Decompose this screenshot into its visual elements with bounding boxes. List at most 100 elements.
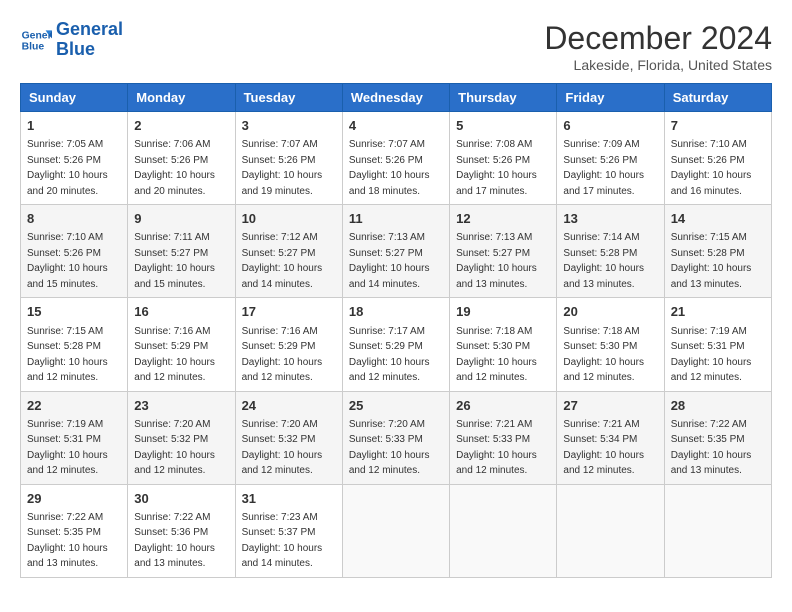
day-info: Sunrise: 7:17 AMSunset: 5:29 PMDaylight:… <box>349 326 430 384</box>
calendar-cell: 9 Sunrise: 7:11 AMSunset: 5:27 PMDayligh… <box>128 205 235 298</box>
day-info: Sunrise: 7:13 AMSunset: 5:27 PMDaylight:… <box>349 232 430 290</box>
day-info: Sunrise: 7:08 AMSunset: 5:26 PMDaylight:… <box>456 139 537 197</box>
calendar-cell: 12 Sunrise: 7:13 AMSunset: 5:27 PMDaylig… <box>450 205 557 298</box>
header-monday: Monday <box>128 84 235 112</box>
day-number: 11 <box>349 210 443 228</box>
day-number: 19 <box>456 303 550 321</box>
day-number: 13 <box>563 210 657 228</box>
day-number: 2 <box>134 117 228 135</box>
day-info: Sunrise: 7:18 AMSunset: 5:30 PMDaylight:… <box>563 326 644 384</box>
logo-text-line1: General <box>56 20 123 40</box>
calendar-cell: 8 Sunrise: 7:10 AMSunset: 5:26 PMDayligh… <box>21 205 128 298</box>
calendar-cell: 1 Sunrise: 7:05 AMSunset: 5:26 PMDayligh… <box>21 112 128 205</box>
calendar-cell: 19 Sunrise: 7:18 AMSunset: 5:30 PMDaylig… <box>450 298 557 391</box>
day-info: Sunrise: 7:15 AMSunset: 5:28 PMDaylight:… <box>671 232 752 290</box>
day-number: 9 <box>134 210 228 228</box>
day-number: 31 <box>242 490 336 508</box>
calendar-week-5: 29 Sunrise: 7:22 AMSunset: 5:35 PMDaylig… <box>21 484 772 577</box>
day-info: Sunrise: 7:16 AMSunset: 5:29 PMDaylight:… <box>242 326 323 384</box>
calendar-cell: 20 Sunrise: 7:18 AMSunset: 5:30 PMDaylig… <box>557 298 664 391</box>
day-number: 25 <box>349 397 443 415</box>
day-number: 4 <box>349 117 443 135</box>
day-number: 20 <box>563 303 657 321</box>
day-number: 17 <box>242 303 336 321</box>
day-number: 3 <box>242 117 336 135</box>
day-info: Sunrise: 7:18 AMSunset: 5:30 PMDaylight:… <box>456 326 537 384</box>
calendar-cell: 18 Sunrise: 7:17 AMSunset: 5:29 PMDaylig… <box>342 298 449 391</box>
day-info: Sunrise: 7:13 AMSunset: 5:27 PMDaylight:… <box>456 232 537 290</box>
calendar-cell: 28 Sunrise: 7:22 AMSunset: 5:35 PMDaylig… <box>664 391 771 484</box>
header-tuesday: Tuesday <box>235 84 342 112</box>
calendar-cell <box>664 484 771 577</box>
calendar-cell: 11 Sunrise: 7:13 AMSunset: 5:27 PMDaylig… <box>342 205 449 298</box>
day-number: 29 <box>27 490 121 508</box>
day-info: Sunrise: 7:15 AMSunset: 5:28 PMDaylight:… <box>27 326 108 384</box>
header-saturday: Saturday <box>664 84 771 112</box>
header-friday: Friday <box>557 84 664 112</box>
calendar-cell: 5 Sunrise: 7:08 AMSunset: 5:26 PMDayligh… <box>450 112 557 205</box>
day-info: Sunrise: 7:19 AMSunset: 5:31 PMDaylight:… <box>27 419 108 477</box>
calendar-cell: 7 Sunrise: 7:10 AMSunset: 5:26 PMDayligh… <box>664 112 771 205</box>
calendar-cell <box>342 484 449 577</box>
calendar-cell: 26 Sunrise: 7:21 AMSunset: 5:33 PMDaylig… <box>450 391 557 484</box>
calendar-cell: 15 Sunrise: 7:15 AMSunset: 5:28 PMDaylig… <box>21 298 128 391</box>
day-info: Sunrise: 7:09 AMSunset: 5:26 PMDaylight:… <box>563 139 644 197</box>
logo-icon: General Blue <box>20 24 52 56</box>
calendar-cell: 22 Sunrise: 7:19 AMSunset: 5:31 PMDaylig… <box>21 391 128 484</box>
day-number: 24 <box>242 397 336 415</box>
day-number: 18 <box>349 303 443 321</box>
calendar-cell: 3 Sunrise: 7:07 AMSunset: 5:26 PMDayligh… <box>235 112 342 205</box>
day-number: 14 <box>671 210 765 228</box>
day-info: Sunrise: 7:23 AMSunset: 5:37 PMDaylight:… <box>242 512 323 570</box>
calendar-week-2: 8 Sunrise: 7:10 AMSunset: 5:26 PMDayligh… <box>21 205 772 298</box>
day-number: 30 <box>134 490 228 508</box>
main-title: December 2024 <box>544 20 772 57</box>
day-number: 28 <box>671 397 765 415</box>
day-info: Sunrise: 7:12 AMSunset: 5:27 PMDaylight:… <box>242 232 323 290</box>
day-number: 21 <box>671 303 765 321</box>
day-info: Sunrise: 7:10 AMSunset: 5:26 PMDaylight:… <box>671 139 752 197</box>
day-info: Sunrise: 7:16 AMSunset: 5:29 PMDaylight:… <box>134 326 215 384</box>
day-number: 27 <box>563 397 657 415</box>
page-header: General Blue General Blue December 2024 … <box>20 20 772 73</box>
day-info: Sunrise: 7:20 AMSunset: 5:32 PMDaylight:… <box>134 419 215 477</box>
day-number: 12 <box>456 210 550 228</box>
title-block: December 2024 Lakeside, Florida, United … <box>544 20 772 73</box>
day-info: Sunrise: 7:22 AMSunset: 5:36 PMDaylight:… <box>134 512 215 570</box>
calendar-cell: 14 Sunrise: 7:15 AMSunset: 5:28 PMDaylig… <box>664 205 771 298</box>
calendar-cell: 13 Sunrise: 7:14 AMSunset: 5:28 PMDaylig… <box>557 205 664 298</box>
day-info: Sunrise: 7:11 AMSunset: 5:27 PMDaylight:… <box>134 232 215 290</box>
calendar-cell: 30 Sunrise: 7:22 AMSunset: 5:36 PMDaylig… <box>128 484 235 577</box>
day-info: Sunrise: 7:22 AMSunset: 5:35 PMDaylight:… <box>671 419 752 477</box>
day-number: 22 <box>27 397 121 415</box>
calendar-cell <box>557 484 664 577</box>
day-number: 6 <box>563 117 657 135</box>
calendar-cell: 2 Sunrise: 7:06 AMSunset: 5:26 PMDayligh… <box>128 112 235 205</box>
calendar-header-row: SundayMondayTuesdayWednesdayThursdayFrid… <box>21 84 772 112</box>
day-number: 1 <box>27 117 121 135</box>
calendar-cell: 4 Sunrise: 7:07 AMSunset: 5:26 PMDayligh… <box>342 112 449 205</box>
day-info: Sunrise: 7:07 AMSunset: 5:26 PMDaylight:… <box>349 139 430 197</box>
calendar-week-1: 1 Sunrise: 7:05 AMSunset: 5:26 PMDayligh… <box>21 112 772 205</box>
day-info: Sunrise: 7:05 AMSunset: 5:26 PMDaylight:… <box>27 139 108 197</box>
day-number: 8 <box>27 210 121 228</box>
day-number: 26 <box>456 397 550 415</box>
day-number: 15 <box>27 303 121 321</box>
calendar-cell: 17 Sunrise: 7:16 AMSunset: 5:29 PMDaylig… <box>235 298 342 391</box>
calendar-cell: 27 Sunrise: 7:21 AMSunset: 5:34 PMDaylig… <box>557 391 664 484</box>
calendar-table: SundayMondayTuesdayWednesdayThursdayFrid… <box>20 83 772 578</box>
logo: General Blue General Blue <box>20 20 123 60</box>
day-info: Sunrise: 7:14 AMSunset: 5:28 PMDaylight:… <box>563 232 644 290</box>
day-info: Sunrise: 7:19 AMSunset: 5:31 PMDaylight:… <box>671 326 752 384</box>
day-info: Sunrise: 7:06 AMSunset: 5:26 PMDaylight:… <box>134 139 215 197</box>
header-wednesday: Wednesday <box>342 84 449 112</box>
header-sunday: Sunday <box>21 84 128 112</box>
calendar-cell: 29 Sunrise: 7:22 AMSunset: 5:35 PMDaylig… <box>21 484 128 577</box>
svg-text:Blue: Blue <box>22 41 45 52</box>
day-info: Sunrise: 7:22 AMSunset: 5:35 PMDaylight:… <box>27 512 108 570</box>
day-number: 16 <box>134 303 228 321</box>
subtitle: Lakeside, Florida, United States <box>544 57 772 73</box>
logo-text-line2: Blue <box>56 40 123 60</box>
calendar-week-3: 15 Sunrise: 7:15 AMSunset: 5:28 PMDaylig… <box>21 298 772 391</box>
day-info: Sunrise: 7:20 AMSunset: 5:33 PMDaylight:… <box>349 419 430 477</box>
